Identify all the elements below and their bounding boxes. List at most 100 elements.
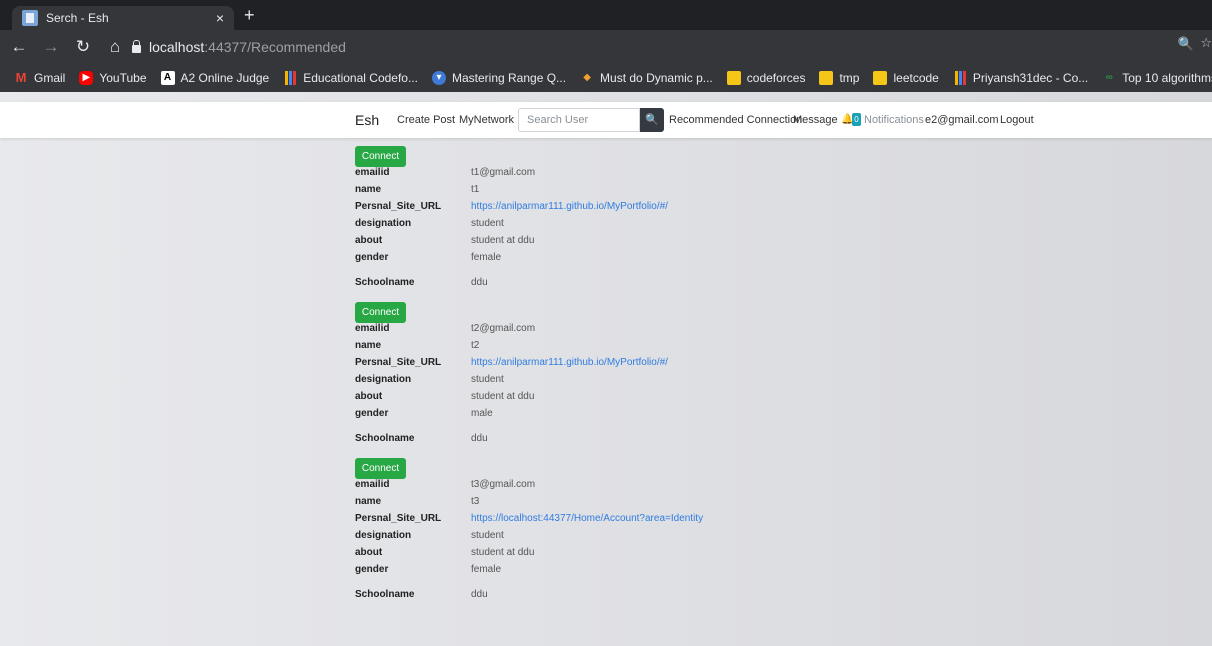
- brand-link[interactable]: Esh: [355, 112, 379, 128]
- folder-icon: [873, 71, 888, 85]
- gfg-icon: ∞: [1105, 72, 1113, 83]
- site-link[interactable]: https://anilparmar111.github.io/MyPortfo…: [471, 201, 668, 212]
- browser-tab[interactable]: Serch - Esh ×: [12, 6, 234, 30]
- field-label: about: [355, 391, 383, 402]
- page-content: Esh Create Post MyNetwork 🔍 Recommended …: [0, 92, 1212, 646]
- notifications-link[interactable]: Notifications: [864, 114, 924, 126]
- bookmark-label: Gmail: [34, 71, 66, 85]
- home-icon[interactable]: ⌂: [102, 37, 128, 57]
- a2-icon: A: [160, 71, 175, 85]
- field-value: t2@gmail.com: [471, 323, 536, 334]
- reload-icon[interactable]: ↻: [70, 37, 96, 57]
- field-value: female: [471, 564, 502, 575]
- bookmark-label: tmp: [839, 71, 860, 85]
- recommended-connection-link[interactable]: Recommended Connection: [669, 114, 802, 126]
- field-value: t1@gmail.com: [471, 167, 536, 178]
- bookmark-label: Priyansh31dec - Co...: [972, 71, 1089, 85]
- field-label: gender: [355, 408, 389, 419]
- field-label: emailid: [355, 167, 390, 178]
- bookmark-label: YouTube: [99, 71, 147, 85]
- field-label: Schoolname: [355, 433, 415, 444]
- field-value: student: [471, 218, 504, 229]
- field-value: t3@gmail.com: [471, 479, 536, 490]
- field-value: student: [471, 374, 504, 385]
- connect-button[interactable]: Connect: [355, 146, 406, 167]
- user-email-link[interactable]: e2@gmail.com: [925, 114, 999, 126]
- field-label: Schoolname: [355, 589, 415, 600]
- bars-icon: [952, 71, 967, 85]
- search-icon: 🔍: [645, 114, 659, 126]
- back-arrow-icon[interactable]: ←: [6, 37, 32, 57]
- bookmark-priyansh[interactable]: Priyansh31dec - Co...: [952, 71, 1089, 85]
- field-value: student at ddu: [471, 235, 535, 246]
- tab-title: Serch - Esh: [46, 11, 109, 25]
- bookmark-youtube[interactable]: ▶ YouTube: [79, 71, 147, 85]
- site-link[interactable]: https://anilparmar111.github.io/MyPortfo…: [471, 357, 668, 368]
- connect-button[interactable]: Connect: [355, 302, 406, 323]
- field-value: male: [471, 408, 493, 419]
- field-label: designation: [355, 530, 412, 541]
- bookmark-label: Educational Codefo...: [303, 71, 418, 85]
- bookmark-codeforces[interactable]: codeforces: [726, 71, 806, 85]
- tab-close-icon[interactable]: ×: [216, 10, 224, 26]
- bookmark-mastering-range[interactable]: ▾ Mastering Range Q...: [431, 71, 566, 85]
- field-value: t3: [471, 496, 480, 507]
- logout-link[interactable]: Logout: [1000, 114, 1034, 126]
- bars-icon: [283, 71, 298, 85]
- bookmark-a2[interactable]: A A2 Online Judge: [160, 71, 270, 85]
- folder-icon: [819, 71, 834, 85]
- field-value: female: [471, 252, 502, 263]
- zoom-icon[interactable]: 🔍: [1178, 36, 1194, 52]
- dynamic-icon: ◆: [583, 72, 591, 83]
- gmail-icon: M: [15, 70, 27, 85]
- search-button[interactable]: 🔍: [640, 108, 664, 132]
- field-label: name: [355, 184, 382, 195]
- bookmark-tmp[interactable]: tmp: [819, 71, 859, 85]
- bookmark-label: A2 Online Judge: [180, 71, 270, 85]
- new-tab-icon[interactable]: +: [244, 5, 255, 26]
- address-bar[interactable]: localhost:44377/Recommended: [132, 34, 1172, 60]
- bookmark-educational-codeforces[interactable]: Educational Codefo...: [283, 71, 418, 85]
- my-network-link[interactable]: MyNetwork: [459, 114, 514, 126]
- folder-icon: [726, 71, 741, 85]
- bookmarks-bar: M Gmail ▶ YouTube A A2 Online Judge Educati…: [0, 64, 1212, 92]
- field-value: t2: [471, 340, 480, 351]
- field-label: designation: [355, 218, 412, 229]
- mastering-icon: ▾: [431, 71, 446, 85]
- field-label: emailid: [355, 323, 390, 334]
- site-navbar: Esh Create Post MyNetwork 🔍 Recommended …: [0, 102, 1212, 138]
- message-link[interactable]: Message: [793, 114, 838, 126]
- field-label: Persnal_Site_URL: [355, 201, 442, 212]
- forward-arrow-icon[interactable]: →: [38, 37, 64, 57]
- bookmark-leetcode[interactable]: leetcode: [873, 71, 939, 85]
- field-label: Persnal_Site_URL: [355, 513, 442, 524]
- lock-icon: [132, 40, 141, 53]
- site-link[interactable]: https://localhost:44377/Home/Account?are…: [471, 513, 703, 524]
- notification-count-badge: 0: [852, 113, 861, 126]
- field-label: gender: [355, 252, 389, 263]
- field-label: name: [355, 340, 382, 351]
- field-value: t1: [471, 184, 480, 195]
- create-post-link[interactable]: Create Post: [397, 114, 455, 126]
- youtube-icon: ▶: [79, 71, 94, 85]
- field-label: gender: [355, 564, 389, 575]
- bookmark-dynamic[interactable]: ◆ Must do Dynamic p...: [580, 71, 713, 85]
- url-host: localhost: [149, 39, 205, 55]
- connect-button[interactable]: Connect: [355, 458, 406, 479]
- field-label: Persnal_Site_URL: [355, 357, 442, 368]
- bookmark-label: Top 10 algorithms i...: [1122, 71, 1212, 85]
- browser-tab-strip: Serch - Esh × +: [0, 0, 1212, 30]
- field-label: about: [355, 547, 383, 558]
- bookmark-star-icon[interactable]: ☆: [1200, 35, 1212, 51]
- bookmark-label: codeforces: [746, 71, 806, 85]
- field-value: student: [471, 530, 504, 541]
- url-path: :44377/Recommended: [204, 39, 346, 55]
- field-label: name: [355, 496, 382, 507]
- bookmark-gmail[interactable]: M Gmail: [14, 70, 66, 86]
- bookmark-label: leetcode: [893, 71, 939, 85]
- bookmark-label: Must do Dynamic p...: [600, 71, 713, 85]
- field-value: ddu: [471, 433, 488, 444]
- bookmark-top10[interactable]: ∞ Top 10 algorithms i...: [1102, 71, 1212, 85]
- search-user-input[interactable]: [518, 108, 640, 132]
- field-label: Schoolname: [355, 277, 415, 288]
